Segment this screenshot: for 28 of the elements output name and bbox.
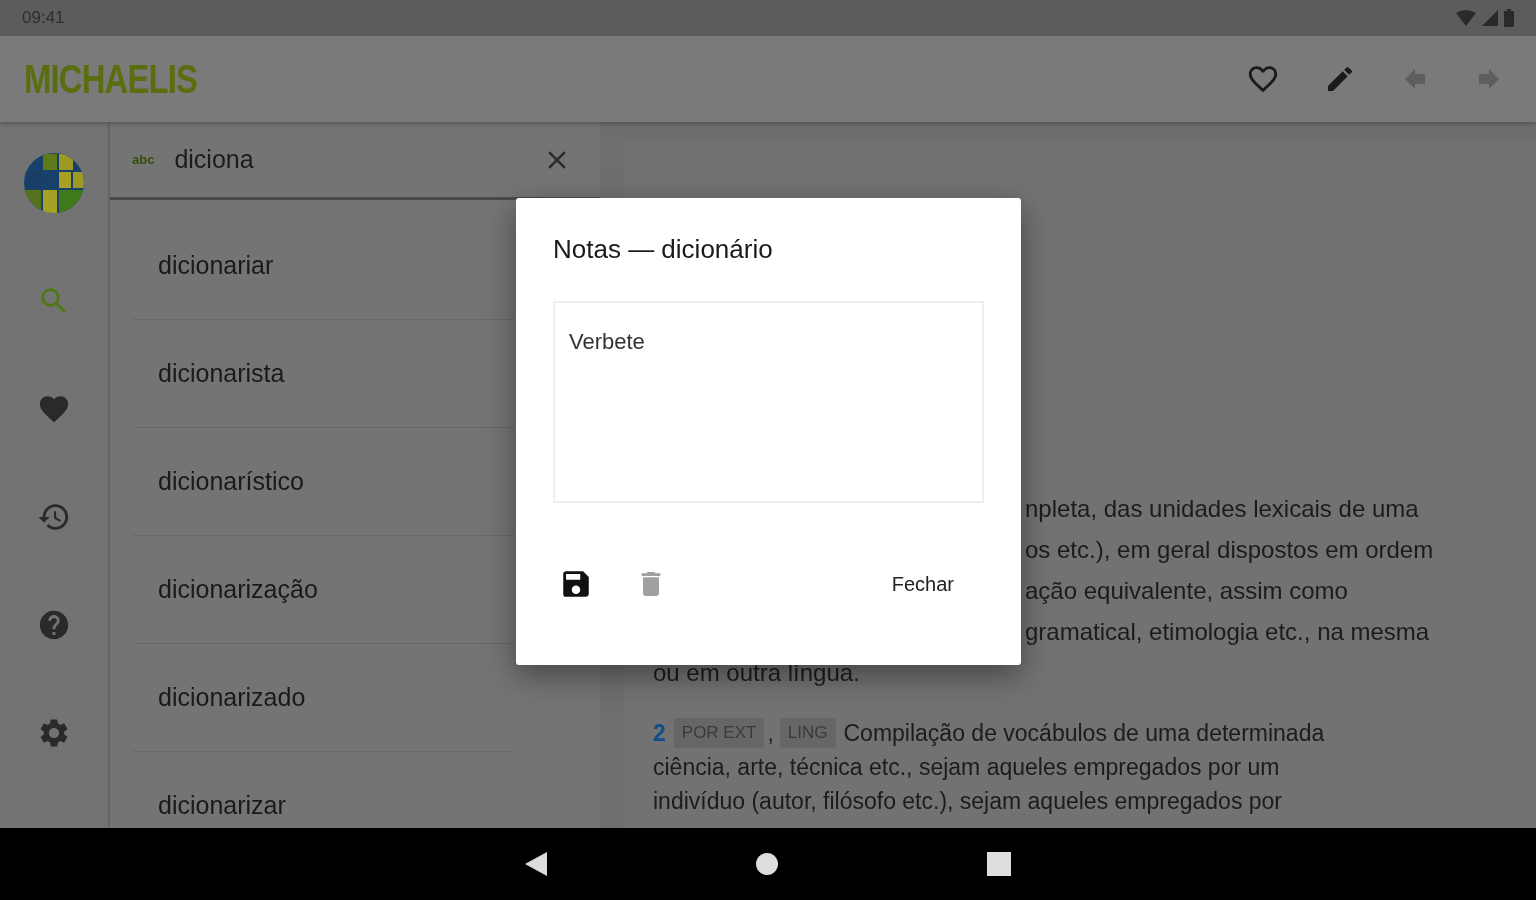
app-logo: MICHAELIS <box>24 56 197 102</box>
definition-text: ou em outra língua. <box>653 658 861 688</box>
note-field[interactable]: Verbete <box>553 301 984 503</box>
circle-icon <box>755 852 779 876</box>
sense-text: Compilação de vocábulos de uma determinada <box>843 719 1325 748</box>
mode-label: abc <box>132 152 155 167</box>
wifi-icon <box>1456 10 1476 26</box>
sense-text: ciência, arte, técnica etc., sejam aqueles empregados por um <box>653 753 1281 782</box>
definition-text: gramatical, etimologia etc., na mesma <box>1025 617 1431 647</box>
result-item[interactable]: dicionarístico <box>133 428 513 536</box>
signal-icon <box>1482 10 1498 26</box>
result-item[interactable]: dicionarizado <box>133 644 513 752</box>
definition-text: os etc.), em geral dispostos em ordem <box>1025 535 1435 565</box>
battery-icon <box>1504 9 1514 27</box>
result-item[interactable]: dicionarista <box>133 320 513 428</box>
tag-separator: , <box>767 719 774 748</box>
search-field[interactable]: diciona <box>174 141 518 178</box>
triangle-left-icon <box>525 852 547 876</box>
help-icon <box>37 608 71 642</box>
sense-number: 2 <box>653 719 666 748</box>
definition-text: npleta, das unidades lexicais de uma <box>1025 494 1420 524</box>
square-icon <box>987 852 1011 876</box>
dialog-title: Notas — dicionário <box>553 234 774 265</box>
sense-text: indivíduo (autor, filósofo etc.), sejam aqueles empregados por <box>653 787 1284 816</box>
close-button[interactable]: Fechar <box>875 562 970 606</box>
result-item[interactable]: dicionarização <box>133 536 513 644</box>
result-item[interactable]: dicionariar <box>133 212 513 320</box>
definition-text: ação equivalente, assim como <box>1025 576 1349 606</box>
